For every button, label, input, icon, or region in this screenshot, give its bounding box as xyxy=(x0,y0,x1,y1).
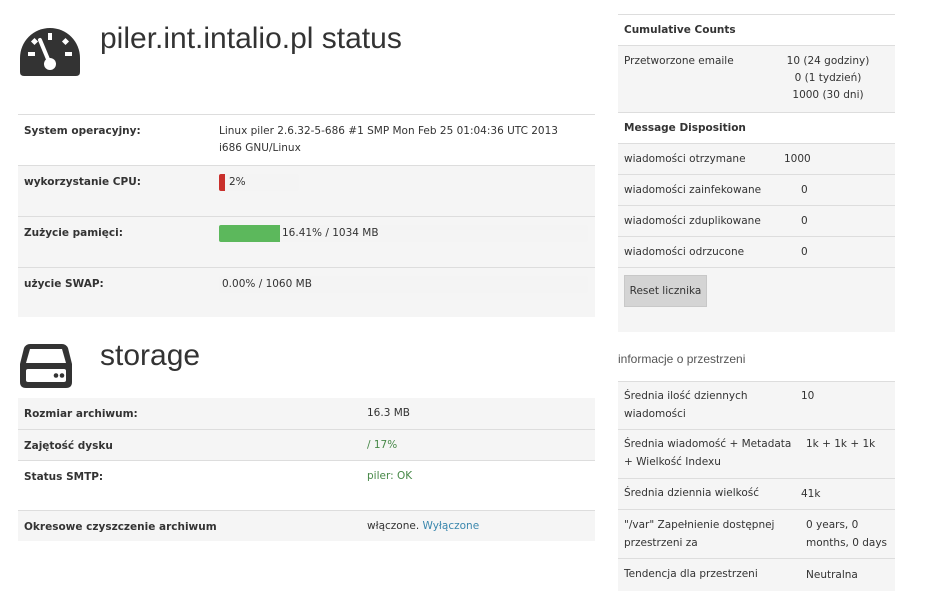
os-value: Linux piler 2.6.32-5-686 #1 SMP Mon Feb … xyxy=(219,125,558,154)
cumulative-counts-title: Cumulative Counts xyxy=(624,24,736,36)
smtp-status-value: piler: OK xyxy=(367,470,413,482)
space-label: Średnia wiadomość + Metadata + Wielkość … xyxy=(624,438,792,468)
cpu-bar-fill xyxy=(219,174,225,191)
reset-counters-button[interactable]: Reset licznika xyxy=(624,275,707,307)
archive-cleanup-state: włączone. xyxy=(367,520,420,532)
disk-usage-row: Zajętość dysku / 17% xyxy=(18,429,595,460)
disposition-label: wiadomości zduplikowane xyxy=(624,215,761,227)
message-disposition-header: Message Disposition xyxy=(618,112,895,143)
space-row-daily-size: Średnia dziennia wielkość 41k xyxy=(618,478,895,509)
processed-emails-label: Przetworzone emaile xyxy=(624,55,734,67)
smtp-status-row: Status SMTP: piler: OK xyxy=(18,460,595,510)
cpu-value: 2% xyxy=(229,176,246,188)
disposition-row-rejected: wiadomości odrzucone 0 xyxy=(618,236,895,267)
processed-1w: 0 (1 tydzień) xyxy=(794,72,862,84)
processed-24h: 10 (24 godziny) xyxy=(786,55,870,67)
space-label: "/var" Zapełnienie dostępnej przestrzeni… xyxy=(624,519,775,549)
disposition-label: wiadomości odrzucone xyxy=(624,246,745,258)
hard-drive-icon xyxy=(18,342,74,390)
disposition-value: 1000 xyxy=(784,153,811,165)
swap-label: użycie SWAP: xyxy=(24,278,104,290)
archive-size-value: 16.3 MB xyxy=(367,407,410,419)
space-row-trend: Tendencja dla przestrzeni Neutralna xyxy=(618,558,895,591)
archive-cleanup-value: włączone. Wyłączone xyxy=(367,518,479,535)
storage-table: Rozmiar archiwum: 16.3 MB Zajętość dysku… xyxy=(18,398,595,541)
space-row-avg-message-size: Średnia wiadomość + Metadata + Wielkość … xyxy=(618,429,895,478)
disposition-value: 0 xyxy=(801,246,808,258)
space-value: Neutralna xyxy=(806,569,858,581)
space-label: Tendencja dla przestrzeni xyxy=(624,568,758,580)
archive-size-row: Rozmiar archiwum: 16.3 MB xyxy=(18,398,595,429)
smtp-status-label: Status SMTP: xyxy=(24,471,104,483)
processed-emails-row: Przetworzone emaile 10 (24 godziny) 0 (1… xyxy=(618,45,895,112)
disposition-row-duplicated: wiadomości zduplikowane 0 xyxy=(618,205,895,236)
space-row-var-fill: "/var" Zapełnienie dostępnej przestrzeni… xyxy=(618,509,895,558)
archive-size-label: Rozmiar archiwum: xyxy=(24,408,138,420)
disposition-value: 0 xyxy=(801,215,808,227)
status-title: piler.int.intalio.pl status xyxy=(100,22,402,55)
storage-title: storage xyxy=(100,339,201,372)
archive-cleanup-row: Okresowe czyszczenie archiwum włączone. … xyxy=(18,510,595,541)
os-row: System operacyjny: Linux piler 2.6.32-5-… xyxy=(18,114,595,165)
space-label: Średnia ilość dziennych wiadomości xyxy=(624,390,748,420)
disposition-row-received: wiadomości otrzymane 1000 xyxy=(618,143,895,174)
memory-value: 16.41% / 1034 MB xyxy=(282,227,379,239)
counters-panel: Cumulative Counts Przetworzone emaile 10… xyxy=(618,14,895,332)
disposition-row-infected: wiadomości zainfekowane 0 xyxy=(618,174,895,205)
message-disposition-title: Message Disposition xyxy=(624,122,746,134)
cpu-row: wykorzystanie CPU: 2% xyxy=(18,165,595,216)
space-value: 41k xyxy=(801,488,821,500)
space-info-table: Średnia ilość dziennych wiadomości 10 Śr… xyxy=(618,381,895,591)
memory-bar xyxy=(219,225,588,242)
cpu-label: wykorzystanie CPU: xyxy=(24,176,141,188)
space-row-daily-messages: Średnia ilość dziennych wiadomości 10 xyxy=(618,381,895,429)
archive-cleanup-disable-link[interactable]: Wyłączone xyxy=(423,520,480,532)
disk-usage-value: / 17% xyxy=(367,439,398,451)
disposition-label: wiadomości zainfekowane xyxy=(624,184,762,196)
space-value: 1k + 1k + 1k xyxy=(806,438,876,450)
swap-value: 0.00% / 1060 MB xyxy=(222,278,312,290)
space-info-title: informacje o przestrzeni xyxy=(618,352,746,366)
memory-label: Zużycie pamięci: xyxy=(24,227,123,239)
system-status-table: System operacyjny: Linux piler 2.6.32-5-… xyxy=(18,114,595,317)
space-label: Średnia dziennia wielkość xyxy=(624,487,760,499)
gauge-icon xyxy=(18,26,82,78)
memory-row: Zużycie pamięci: 16.41% / 1034 MB xyxy=(18,216,595,267)
processed-emails-values: 10 (24 godziny) 0 (1 tydzień) 1000 (30 d… xyxy=(778,53,878,104)
reset-row: Reset licznika xyxy=(618,267,895,332)
space-value: 0 years, 0 months, 0 days xyxy=(806,519,888,549)
os-label: System operacyjny: xyxy=(24,125,141,137)
archive-cleanup-label: Okresowe czyszczenie archiwum xyxy=(24,521,217,533)
disk-usage-label: Zajętość dysku xyxy=(24,440,113,452)
space-value: 10 xyxy=(801,390,815,402)
processed-30d: 1000 (30 dni) xyxy=(792,89,864,101)
memory-bar-fill xyxy=(219,225,280,242)
swap-row: użycie SWAP: 0.00% / 1060 MB xyxy=(18,267,595,317)
cumulative-counts-header: Cumulative Counts xyxy=(618,14,895,45)
disposition-label: wiadomości otrzymane xyxy=(624,153,746,165)
disposition-value: 0 xyxy=(801,184,808,196)
